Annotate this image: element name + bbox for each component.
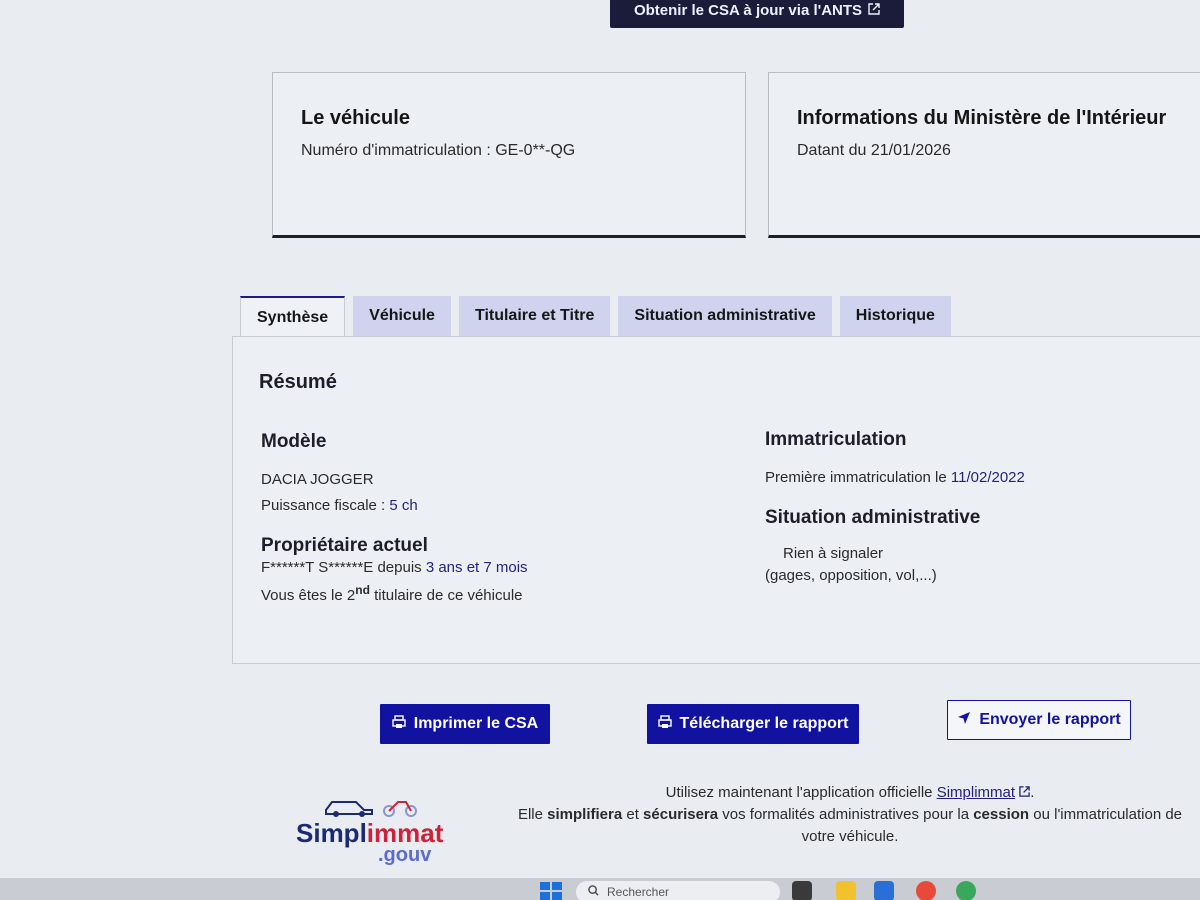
admin-heading: Situation administrative <box>765 507 981 528</box>
owner-since-value: 3 ans et 7 mois <box>425 559 528 576</box>
promo-text-d: sécurisera <box>643 806 719 823</box>
promo-dot: . <box>1030 784 1035 801</box>
promo-line-1: Utilisez maintenant l'application offici… <box>500 782 1200 804</box>
simplimmat-promo: Utilisez maintenant l'application offici… <box>500 782 1200 848</box>
promo-text-a: Elle <box>517 806 548 823</box>
send-icon <box>957 711 971 730</box>
download-report-label: Télécharger le rapport <box>679 715 849 732</box>
model-name: DACIA JOGGER <box>261 471 374 488</box>
chrome-profile-icon[interactable] <box>956 881 976 900</box>
left-column: Modèle DACIA JOGGER Puissance fiscale : … <box>261 431 701 607</box>
registration-heading: Immatriculation <box>765 429 907 450</box>
simplimmat-logo: Simplimmat .gouv <box>296 792 446 870</box>
taskbar-search[interactable]: Rechercher <box>576 881 780 900</box>
promo-text-c: et <box>622 806 644 823</box>
fiscal-value: 5 ch <box>389 497 418 514</box>
logo-gouv: .gouv <box>378 844 432 866</box>
print-csa-button[interactable]: Imprimer le CSA <box>380 704 550 744</box>
tab-bar: Synthèse Véhicule Titulaire et Titre Sit… <box>240 296 951 338</box>
printer-icon <box>657 714 672 734</box>
tab-historique[interactable]: Historique <box>839 296 951 336</box>
rank-prefix: Vous êtes le 2 <box>261 587 356 604</box>
promo-prefix: Utilisez maintenant l'application offici… <box>665 784 937 801</box>
admin-detail: (gages, opposition, vol,...) <box>765 567 937 584</box>
promo-text-b: simplifiera <box>547 806 623 823</box>
owner-rank: Vous êtes le 2nd titulaire de ce véhicul… <box>261 579 701 607</box>
plate-number: Numéro d'immatriculation : GE-0**-QG <box>301 142 576 159</box>
right-column: Immatriculation Première immatriculation… <box>765 429 1200 587</box>
chrome-icon[interactable] <box>916 881 936 900</box>
vehicle-card-title: Le véhicule <box>301 107 410 129</box>
summary-panel: Résumé Modèle DACIA JOGGER Puissance fis… <box>232 336 1200 664</box>
ministry-card: Informations du Ministère de l'Intérieur… <box>768 72 1200 238</box>
promo-text-e: vos formalités administratives pour la <box>718 806 974 823</box>
windows-start-icon[interactable] <box>540 882 562 900</box>
summary-title: Résumé <box>259 371 337 393</box>
admin-status: Rien à signaler <box>783 545 884 562</box>
ministry-card-title: Informations du Ministère de l'Intérieur <box>797 107 1167 129</box>
fiscal-label: Puissance fiscale : <box>261 497 390 514</box>
ants-csa-label: Obtenir le CSA à jour via l'ANTS <box>633 1 863 19</box>
rank-sup: nd <box>355 583 370 597</box>
first-registration: Première immatriculation le 11/02/2022 <box>765 465 1200 491</box>
rank-suffix: titulaire de ce véhicule <box>369 587 523 604</box>
windows-taskbar: Rechercher <box>0 878 1200 900</box>
external-link-icon <box>868 2 880 19</box>
logo-simpl: Simpl <box>296 818 367 848</box>
owner-since-label: depuis <box>373 559 426 576</box>
owner-heading: Propriétaire actuel <box>261 535 428 556</box>
admin-block: Situation administrative Rien à signaler… <box>765 507 1200 587</box>
store-icon[interactable] <box>874 881 894 900</box>
promo-line-3: votre véhicule. <box>801 828 899 845</box>
print-csa-label: Imprimer le CSA <box>413 715 539 732</box>
external-link-icon <box>1019 784 1030 801</box>
first-registration-label: Première immatriculation le <box>765 469 951 486</box>
tab-vehicule[interactable]: Véhicule <box>353 296 451 336</box>
file-explorer-icon[interactable] <box>836 881 856 900</box>
tab-titulaire[interactable]: Titulaire et Titre <box>458 296 611 336</box>
send-report-button[interactable]: Envoyer le rapport <box>947 700 1131 740</box>
promo-line-2: Elle simplifiera et sécurisera vos forma… <box>500 804 1200 826</box>
task-view-icon[interactable] <box>792 881 812 900</box>
first-registration-date: 11/02/2022 <box>950 469 1025 486</box>
vehicle-card: Le véhicule Numéro d'immatriculation : G… <box>272 72 746 238</box>
promo-text-g: ou l'immatriculation de <box>1029 806 1183 823</box>
search-placeholder: Rechercher <box>607 885 670 899</box>
promo-text-f: cession <box>973 806 1030 823</box>
send-report-label: Envoyer le rapport <box>979 711 1121 728</box>
fiscal-power: Puissance fiscale : 5 ch <box>261 493 701 519</box>
search-icon <box>588 885 599 899</box>
owner-name: F******T S******E <box>261 559 374 576</box>
tab-situation[interactable]: Situation administrative <box>618 296 832 336</box>
tab-synthese[interactable]: Synthèse <box>240 296 346 338</box>
ministry-date: Datant du 21/01/2026 <box>797 142 951 159</box>
ants-csa-button[interactable]: Obtenir le CSA à jour via l'ANTS <box>610 0 904 28</box>
owner-since: F******T S******E depuis 3 ans et 7 mois <box>261 557 701 579</box>
simplimmat-link[interactable]: Simplimmat <box>937 784 1015 801</box>
download-report-button[interactable]: Télécharger le rapport <box>647 704 859 744</box>
model-heading: Modèle <box>261 431 327 452</box>
owner-block: Propriétaire actuel F******T S******E de… <box>261 535 701 607</box>
printer-icon <box>392 714 406 734</box>
